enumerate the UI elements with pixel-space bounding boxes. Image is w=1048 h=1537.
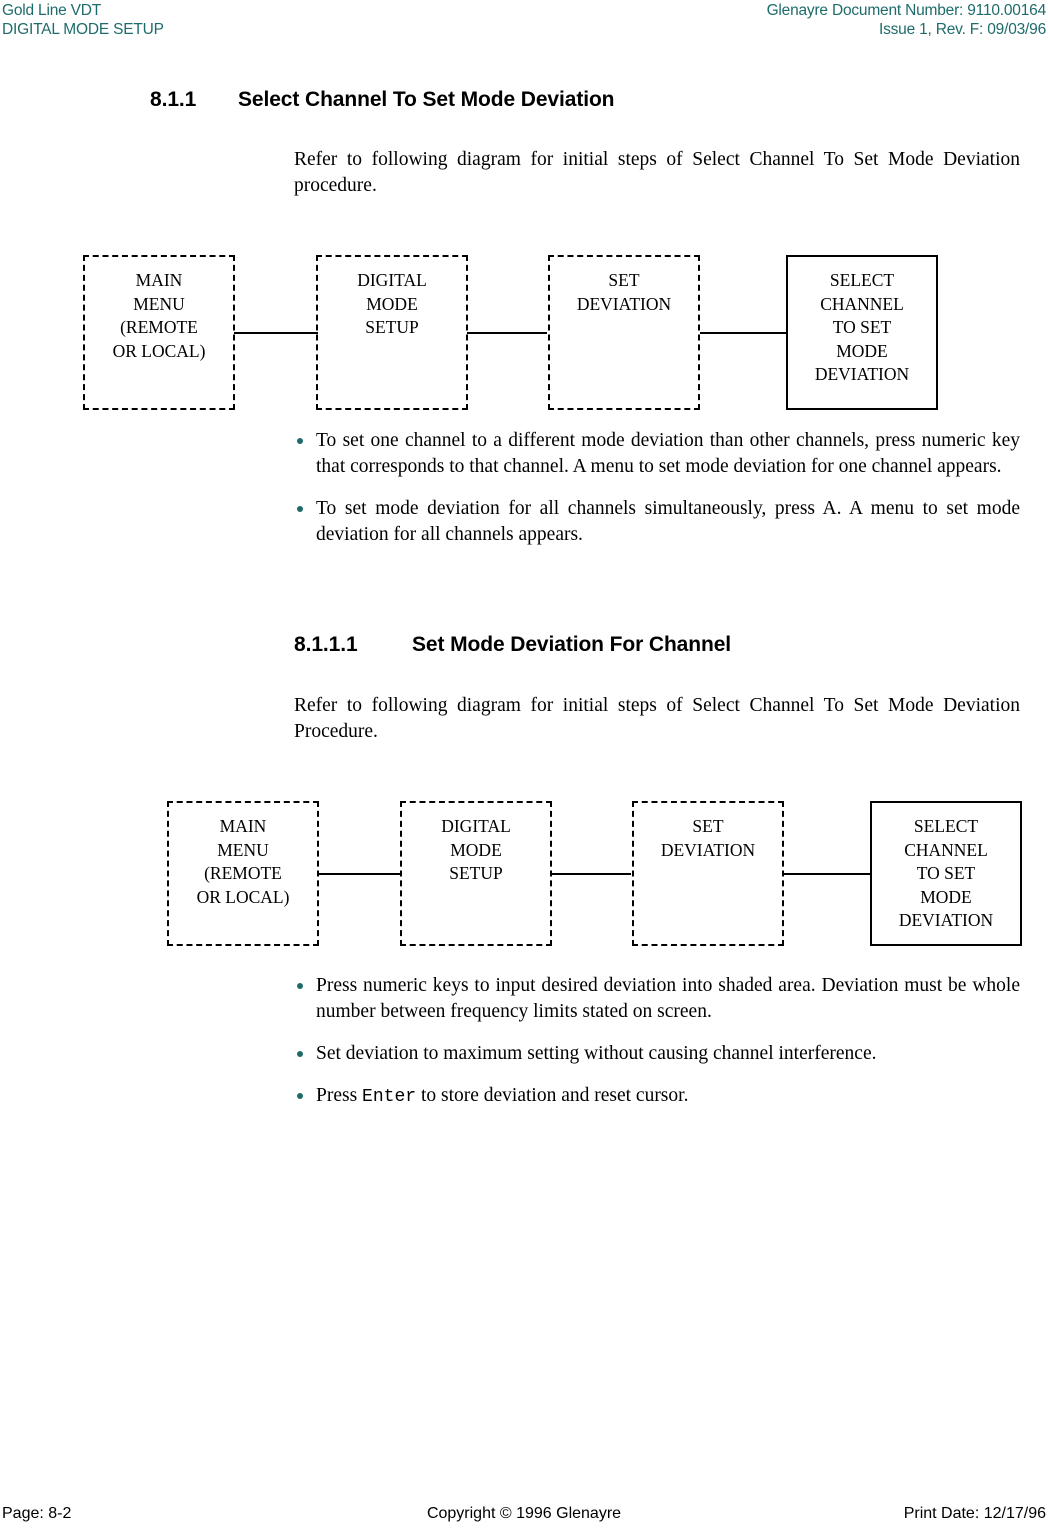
heading-8-1-1-1-title: Set Mode Deviation For Channel	[412, 633, 732, 656]
header-issue-revision: Issue 1, Rev. F: 09/03/96	[878, 21, 1046, 38]
heading-8-1-1-number: 8.1.1	[150, 88, 197, 111]
diagram2-connector-2-3	[551, 873, 631, 875]
diagram1-connector-1-2	[234, 332, 318, 334]
list-item-text-prefix: Press	[316, 1085, 363, 1106]
header-right-block: Glenayre Document Number: 9110.00164 Iss…	[766, 1, 1047, 39]
bullet-list-section-8-1-1-1: Press numeric keys to input desired devi…	[294, 973, 1020, 1110]
list-item: To set one channel to a different mode d…	[294, 428, 1020, 480]
diagram2-connector-3-4	[784, 873, 870, 875]
diagram1-box-main-menu-text: MAIN MENU (REMOTE OR LOCAL)	[112, 270, 206, 361]
bullet-icon	[297, 438, 303, 444]
bullet-icon	[297, 983, 303, 989]
list-item-text: Press numeric keys to input desired devi…	[316, 975, 1020, 1022]
footer-copyright: Copyright © 1996 Glenayre	[426, 1505, 622, 1522]
diagram1-box-select-channel: SELECT CHANNEL TO SET MODE DEVIATION	[786, 255, 938, 410]
diagram2-box-main-menu: MAIN MENU (REMOTE OR LOCAL)	[167, 801, 319, 946]
diagram2-box-set-deviation: SET DEVIATION	[632, 801, 784, 946]
list-item-text: To set mode deviation for all channels s…	[316, 498, 1020, 545]
header-section-name: DIGITAL MODE SETUP	[2, 21, 164, 38]
page-footer: Page: 8-2 Copyright © 1996 Glenayre Prin…	[0, 1505, 1048, 1529]
diagram1-box-set-deviation: SET DEVIATION	[548, 255, 700, 410]
page-header: Gold Line VDT DIGITAL MODE SETUP Glenayr…	[0, 0, 1048, 40]
diagram1-box-set-deviation-text: SET DEVIATION	[576, 270, 672, 314]
diagram2-box-main-menu-text: MAIN MENU (REMOTE OR LOCAL)	[196, 816, 290, 907]
diagram2-box-select-channel-text: SELECT CHANNEL TO SET MODE DEVIATION	[898, 816, 994, 930]
bullet-icon	[297, 506, 303, 512]
diagram2-box-select-channel: SELECT CHANNEL TO SET MODE DEVIATION	[870, 801, 1022, 946]
diagram2-box-digital-mode-setup: DIGITAL MODE SETUP	[400, 801, 552, 946]
list-item-text: Set deviation to maximum setting without…	[316, 1043, 877, 1064]
list-item: Press Enter to store deviation and reset…	[294, 1083, 1020, 1110]
footer-print-date: Print Date: 12/17/96	[903, 1505, 1046, 1522]
diagram1-connector-3-4	[700, 332, 786, 334]
list-item-text-suffix: to store deviation and reset cursor.	[416, 1085, 689, 1106]
list-item: Set deviation to maximum setting without…	[294, 1041, 1020, 1067]
heading-8-1-1-1-number: 8.1.1.1	[294, 633, 358, 656]
heading-8-1-1-title: Select Channel To Set Mode Deviation	[238, 88, 615, 111]
bullet-icon	[297, 1051, 303, 1057]
diagram2-box-digital-mode-setup-text: DIGITAL MODE SETUP	[441, 816, 511, 883]
header-product-name: Gold Line VDT	[2, 2, 102, 19]
paragraph-section-8-1-1: Refer to following diagram for initial s…	[294, 149, 1020, 196]
paragraph-section-8-1-1-1: Refer to following diagram for initial s…	[294, 695, 1020, 742]
bullet-list-section-8-1-1: To set one channel to a different mode d…	[294, 428, 1020, 548]
diagram1-box-digital-mode-setup: DIGITAL MODE SETUP	[316, 255, 468, 410]
key-name-enter: Enter	[362, 1087, 417, 1107]
diagram1-box-select-channel-text: SELECT CHANNEL TO SET MODE DEVIATION	[814, 270, 910, 384]
list-item: Press numeric keys to input desired devi…	[294, 973, 1020, 1025]
diagram-select-channel-flow: MAIN MENU (REMOTE OR LOCAL) DIGITAL MODE…	[0, 250, 1048, 415]
bullet-icon	[297, 1093, 303, 1099]
list-item: To set mode deviation for all channels s…	[294, 496, 1020, 548]
header-left-block: Gold Line VDT DIGITAL MODE SETUP	[2, 1, 164, 39]
diagram2-box-set-deviation-text: SET DEVIATION	[660, 816, 756, 860]
diagram1-box-digital-mode-setup-text: DIGITAL MODE SETUP	[357, 270, 427, 337]
heading-8-1-1: 8.1.1 Select Channel To Set Mode Deviatio…	[150, 88, 615, 112]
list-item-text: To set one channel to a different mode d…	[316, 430, 1020, 477]
diagram1-connector-2-3	[467, 332, 547, 334]
diagram1-box-main-menu: MAIN MENU (REMOTE OR LOCAL)	[83, 255, 235, 410]
diagram2-connector-1-2	[318, 873, 402, 875]
header-document-number: Glenayre Document Number: 9110.00164	[766, 2, 1047, 19]
diagram-set-mode-deviation-flow: MAIN MENU (REMOTE OR LOCAL) DIGITAL MODE…	[0, 798, 1048, 948]
heading-8-1-1-1: 8.1.1.1 Set Mode Deviation For Channel	[294, 633, 731, 657]
